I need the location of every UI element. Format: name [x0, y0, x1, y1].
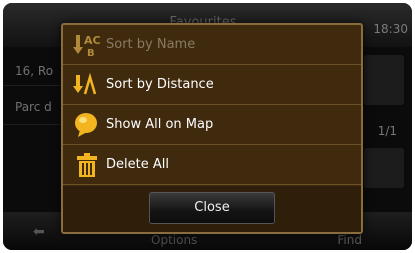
svg-text:AC: AC: [84, 34, 101, 47]
back-arrow-icon[interactable]: ⬅: [33, 224, 45, 240]
menu-item-delete-all[interactable]: Delete All: [63, 145, 361, 185]
list-item-label: 16, Ro: [15, 64, 54, 78]
popup-footer: Close: [63, 186, 361, 232]
sort-distance-icon: [73, 72, 97, 95]
svg-text:B: B: [87, 48, 95, 58]
clock: 18:30: [373, 22, 408, 36]
menu-item-show-all-on-map[interactable]: Show All on Map: [63, 105, 361, 145]
device-screen: Favourites 18:30 16, Ro Parc d 1/1 ⬅ Opt…: [3, 3, 412, 250]
sort-alpha-icon: AC B: [73, 34, 101, 58]
scroll-up-button[interactable]: [364, 55, 404, 105]
menu-item-label: Sort by Distance: [106, 77, 214, 92]
find-button[interactable]: Find: [337, 233, 362, 247]
menu-item-label: Sort by Name: [106, 37, 196, 52]
options-button[interactable]: Options: [151, 233, 197, 247]
trash-icon: [77, 153, 97, 177]
scroll-down-button[interactable]: [364, 148, 404, 188]
close-button[interactable]: Close: [149, 192, 275, 224]
options-popup: AC B Sort by Name Sort by Distance Show …: [61, 23, 363, 234]
menu-item-sort-by-name[interactable]: AC B Sort by Name: [63, 25, 361, 65]
map-pin-icon: [75, 113, 97, 137]
menu-item-sort-by-distance[interactable]: Sort by Distance: [63, 65, 361, 105]
menu-item-label: Show All on Map: [106, 117, 214, 132]
list-item-label: Parc d: [15, 100, 52, 114]
page-indicator: 1/1: [377, 124, 397, 138]
menu-item-label: Delete All: [106, 157, 169, 172]
